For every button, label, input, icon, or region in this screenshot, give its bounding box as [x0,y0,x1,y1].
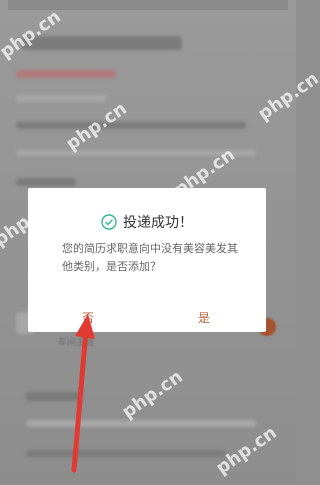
no-button[interactable]: 否 [82,309,94,326]
blurred-heading [22,36,182,50]
dialog-title: 投递成功！ [123,215,193,231]
yes-button[interactable]: 是 [198,309,210,326]
dialog-message: 您的简历求职意向中没有美容美发其他类别，是否添加？ [62,242,238,273]
blurred-line [16,122,246,129]
blurred-salary [16,70,116,78]
blurred-text: 车间主管 [58,338,95,348]
delivery-success-dialog: 投递成功！ 您的简历求职意向中没有美容美发其他类别，是否添加？ 否 是 [28,188,266,332]
dialog-title-row: 投递成功！ [28,212,266,232]
blurred-line [16,95,106,102]
blurred-line [26,450,226,457]
blurred-line [26,420,256,427]
check-circle-icon [101,214,117,230]
blurred-line [26,392,82,401]
blurred-line [16,178,76,186]
